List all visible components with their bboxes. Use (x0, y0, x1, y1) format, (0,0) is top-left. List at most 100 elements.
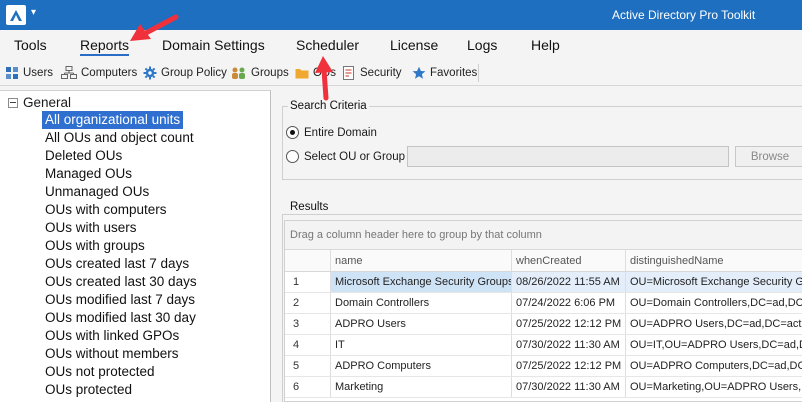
toolbar-security-button[interactable]: Security (343, 65, 402, 81)
row-number: 4 (285, 335, 331, 355)
tree-item-ous-modified-7-days[interactable]: OUs modified last 7 days (42, 291, 198, 309)
grid-header-row: name whenCreated distinguishedName (285, 250, 802, 272)
cell-name[interactable]: ADPRO Users (331, 314, 512, 334)
cell-distinguishedname[interactable]: OU=Microsoft Exchange Security Gr (626, 272, 802, 292)
window-title: Active Directory Pro Toolkit (612, 8, 756, 22)
ou-group-input[interactable] (407, 146, 729, 167)
toolbar-favorites-label: Favorites (430, 67, 478, 79)
cell-distinguishedname[interactable]: OU=ADPRO Users,DC=ad,DC=activ (626, 314, 802, 334)
results-grid[interactable]: Drag a column header here to group by th… (284, 220, 802, 402)
users-icon (6, 67, 18, 79)
table-row[interactable]: 4 IT 07/30/2022 11:30 AM OU=IT,OU=ADPRO … (285, 335, 802, 356)
cell-name[interactable]: ADPRO Computers (331, 356, 512, 376)
star-icon (412, 66, 426, 79)
tree-item-all-organizational-units[interactable]: All organizational units (42, 111, 184, 129)
row-number: 5 (285, 356, 331, 376)
tree-item-ous-with-groups[interactable]: OUs with groups (42, 237, 148, 255)
group-by-drop-area[interactable]: Drag a column header here to group by th… (285, 221, 802, 250)
groups-icon (232, 67, 245, 79)
tree-item-ous-protected[interactable]: OUs protected (42, 381, 135, 399)
annotation-arrow-icon (130, 14, 179, 41)
tree-item-deleted-ous[interactable]: Deleted OUs (42, 147, 125, 165)
tree-item-ous-not-protected[interactable]: OUs not protected (42, 363, 158, 381)
tree-item-unmanaged-ous[interactable]: Unmanaged OUs (42, 183, 152, 201)
browse-button[interactable]: Browse (735, 146, 802, 167)
row-number: 3 (285, 314, 331, 334)
toolbar-computers-button[interactable]: Computers (61, 65, 137, 81)
tree-item-ous-with-users[interactable]: OUs with users (42, 219, 140, 237)
cell-name[interactable]: Marketing (331, 377, 512, 397)
row-number: 6 (285, 377, 331, 397)
toolbar-groups-button[interactable]: Groups (231, 65, 289, 81)
toolbar-favorites-button[interactable]: Favorites (412, 65, 477, 81)
row-number: 1 (285, 272, 331, 292)
search-criteria-group (282, 106, 802, 180)
collapse-icon[interactable] (8, 97, 18, 108)
cell-name[interactable]: IT (331, 335, 512, 355)
cell-distinguishedname[interactable]: OU=IT,OU=ADPRO Users,DC=ad,DC (626, 335, 802, 355)
toolbar-group-policy-label: Group Policy (161, 67, 227, 79)
toolbar-security-label: Security (360, 67, 402, 79)
tree-root-general[interactable]: General (8, 95, 71, 110)
toolbar-users-button[interactable]: Users (5, 65, 53, 81)
menu-scheduler[interactable]: Scheduler (296, 37, 359, 53)
cell-name[interactable]: Microsoft Exchange Security Groups (331, 272, 512, 292)
toolbar-group-policy-button[interactable]: Group Policy (143, 65, 227, 81)
tree-item-ous-linked-gpos[interactable]: OUs with linked GPOs (42, 327, 182, 345)
cell-name[interactable]: Domain Controllers (331, 293, 512, 313)
column-header-distinguishedname[interactable]: distinguishedName (626, 250, 802, 271)
radio-checked-icon (286, 126, 299, 139)
computers-icon (61, 66, 77, 79)
menu-license[interactable]: License (390, 37, 438, 53)
table-row[interactable]: 6 Marketing 07/30/2022 11:30 AM OU=Marke… (285, 377, 802, 398)
cell-whencreated[interactable]: 07/30/2022 11:30 AM (512, 377, 626, 397)
cell-whencreated[interactable]: 07/25/2022 12:12 PM (512, 356, 626, 376)
cell-whencreated[interactable]: 07/25/2022 12:12 PM (512, 314, 626, 334)
cell-whencreated[interactable]: 07/24/2022 6:06 PM (512, 293, 626, 313)
tree-item-ous-without-members[interactable]: OUs without members (42, 345, 182, 363)
report-content-panel: Search Criteria Entire Domain Select OU … (278, 90, 802, 402)
table-row[interactable]: 2 Domain Controllers 07/24/2022 6:06 PM … (285, 293, 802, 314)
tree-item-ous-with-computers[interactable]: OUs with computers (42, 201, 170, 219)
column-header-whencreated[interactable]: whenCreated (512, 250, 626, 271)
toolbar-users-label: Users (23, 67, 54, 79)
tree-item-ous-modified-30-day[interactable]: OUs modified last 30 day (42, 309, 199, 327)
quick-access-dropdown[interactable]: ▾ (31, 7, 36, 18)
table-row[interactable]: 3 ADPRO Users 07/25/2022 12:12 PM OU=ADP… (285, 314, 802, 335)
cell-whencreated[interactable]: 08/26/2022 11:55 AM (512, 272, 626, 292)
row-number: 2 (285, 293, 331, 313)
table-row[interactable]: 5 ADPRO Computers 07/25/2022 12:12 PM OU… (285, 356, 802, 377)
menu-help[interactable]: Help (531, 37, 560, 53)
radio-entire-domain-label: Entire Domain (304, 126, 377, 139)
results-legend: Results (288, 201, 331, 213)
cell-distinguishedname[interactable]: OU=Domain Controllers,DC=ad,DC= (626, 293, 802, 313)
toolbar-groups-label: Groups (251, 67, 289, 79)
cell-distinguishedname[interactable]: OU=ADPRO Computers,DC=ad,DC= (626, 356, 802, 376)
gear-icon (143, 66, 157, 80)
column-header-rownum[interactable] (285, 250, 331, 271)
cell-whencreated[interactable]: 07/30/2022 11:30 AM (512, 335, 626, 355)
radio-select-ou-label: Select OU or Group (304, 150, 405, 163)
folder-icon (295, 69, 309, 79)
menu-tools[interactable]: Tools (14, 37, 47, 53)
menu-logs[interactable]: Logs (467, 37, 497, 53)
column-header-name[interactable]: name (331, 250, 512, 271)
tree-item-managed-ous[interactable]: Managed OUs (42, 165, 135, 183)
cell-distinguishedname[interactable]: OU=Marketing,OU=ADPRO Users,D (626, 377, 802, 397)
radio-entire-domain[interactable]: Entire Domain (286, 126, 377, 139)
tree-item-ous-created-7-days[interactable]: OUs created last 7 days (42, 255, 192, 273)
menu-bar: Tools Reports Domain Settings Scheduler … (0, 30, 802, 60)
tree-root-label: General (23, 95, 72, 110)
report-category-toolbar: Users Computers Group Policy Groups OUs … (0, 60, 802, 86)
radio-select-ou[interactable]: Select OU or Group (286, 150, 405, 163)
title-bar: ▾ Active Directory Pro Toolkit (0, 0, 802, 30)
tree-item-ous-created-30-days[interactable]: OUs created last 30 days (42, 273, 200, 291)
app-logo-icon[interactable] (6, 5, 26, 25)
table-row[interactable]: 1 Microsoft Exchange Security Groups 08/… (285, 272, 802, 293)
tree-item-all-ous-object-count[interactable]: All OUs and object count (42, 129, 197, 147)
radio-unchecked-icon (286, 150, 299, 163)
report-tree-panel[interactable]: General All organizational units All OUs… (0, 90, 271, 402)
menu-reports[interactable]: Reports (80, 37, 130, 56)
annotation-arrow-icon (315, 56, 333, 101)
toolbar-separator (478, 64, 479, 82)
